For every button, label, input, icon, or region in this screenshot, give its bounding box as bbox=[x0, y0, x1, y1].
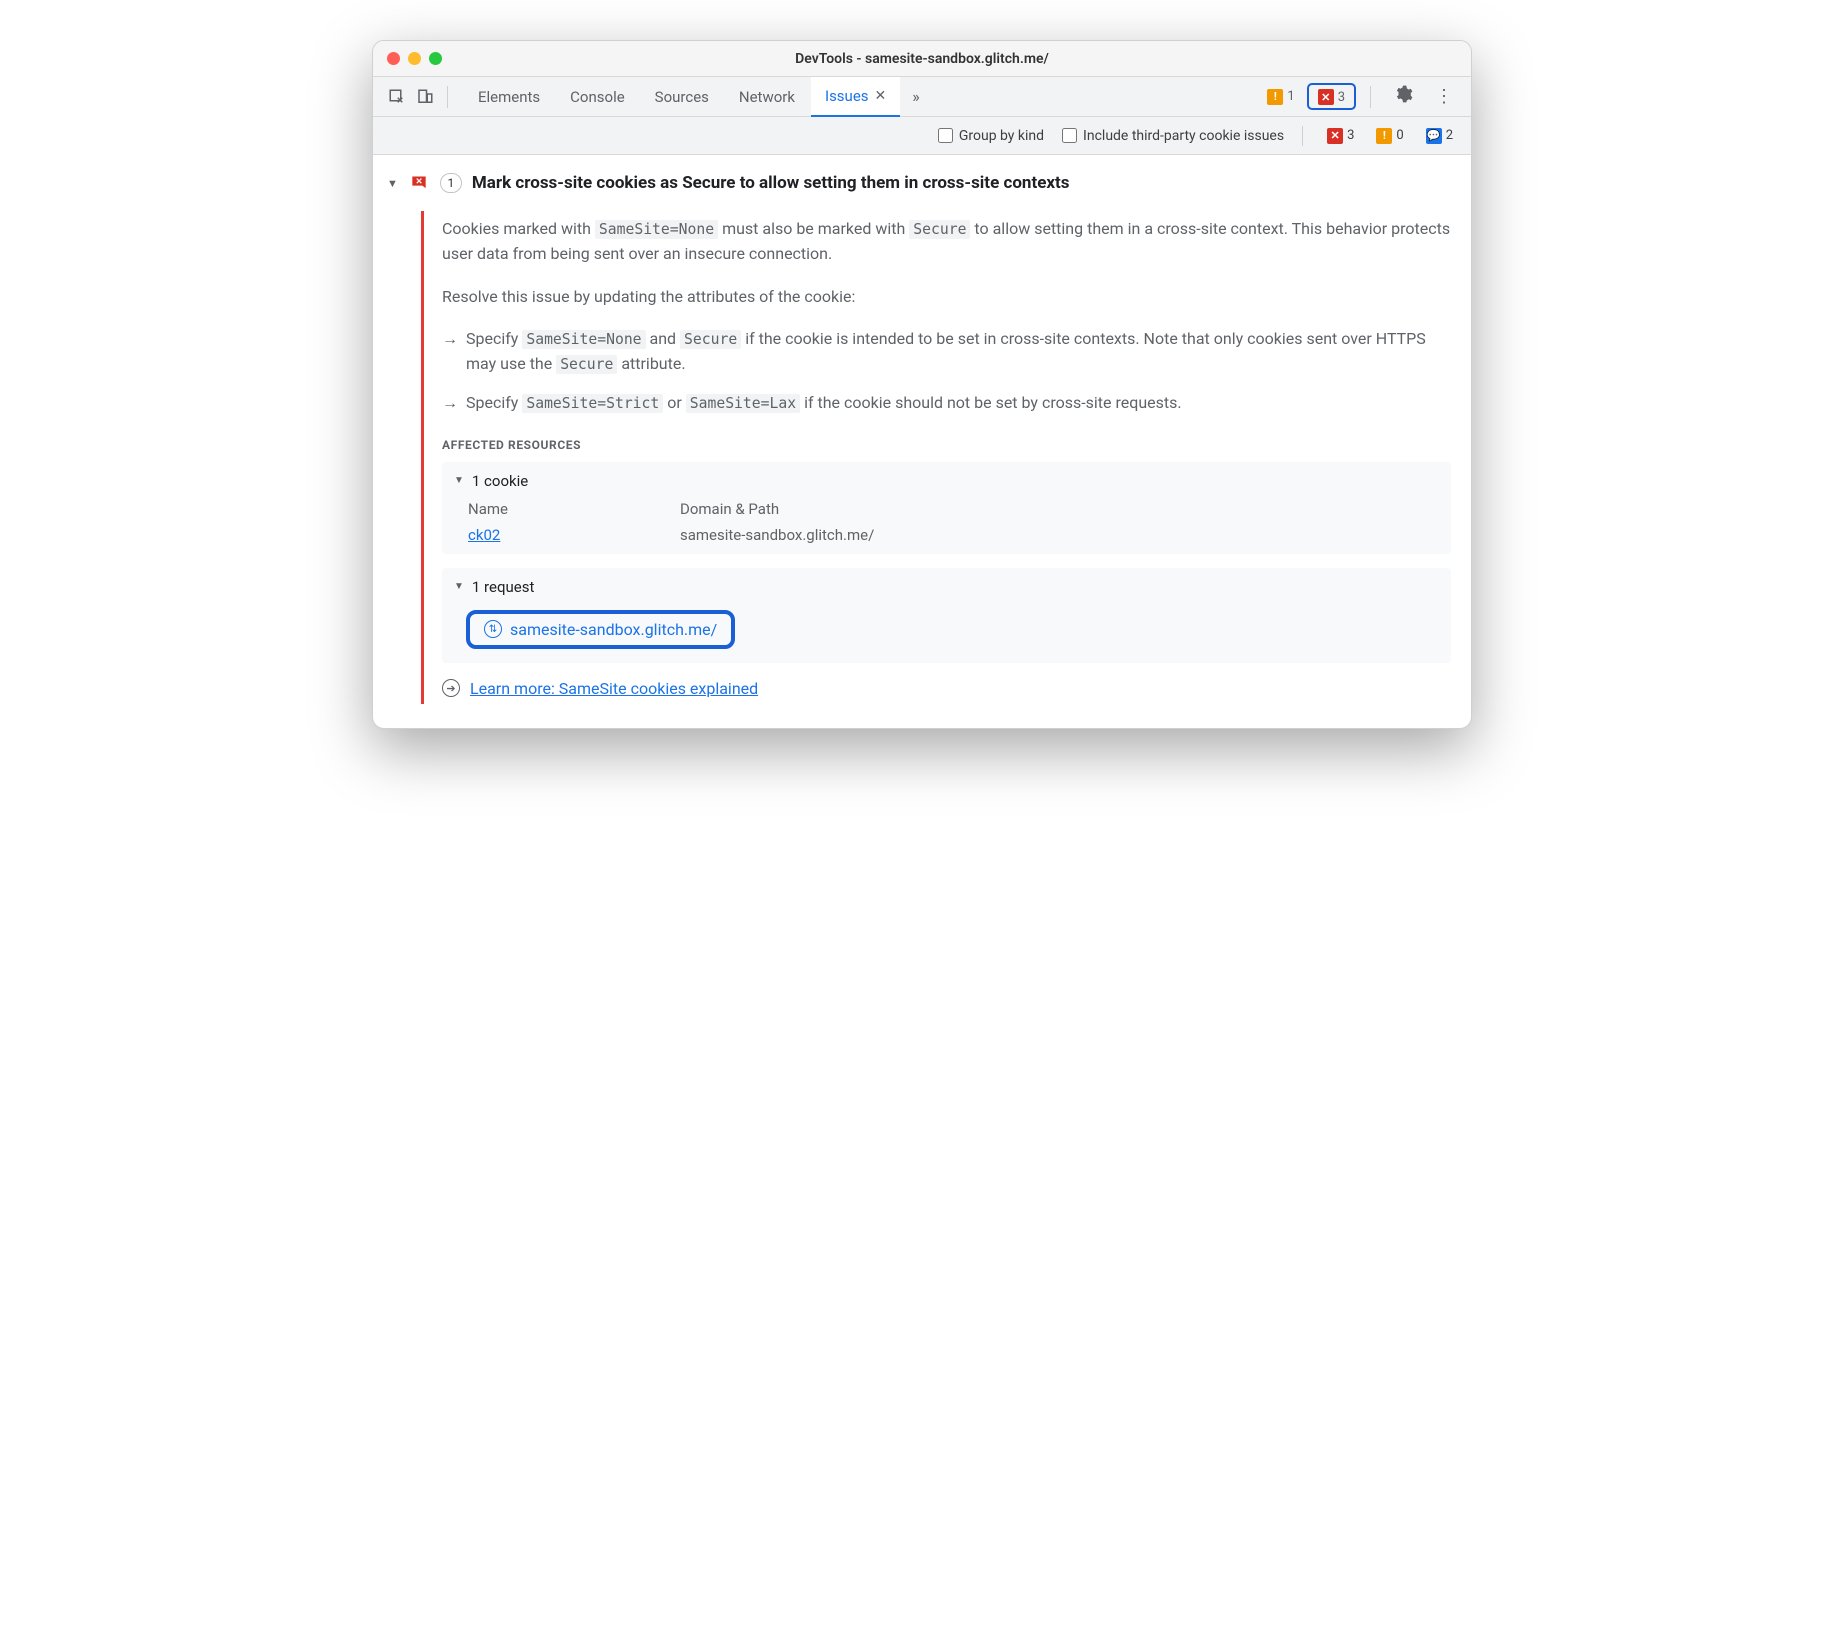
group-by-kind-checkbox[interactable]: Group by kind bbox=[938, 128, 1044, 144]
separator bbox=[1370, 86, 1371, 108]
issues-panel: ▼ ✕ 1 Mark cross-site cookies as Secure … bbox=[373, 155, 1471, 728]
count: 0 bbox=[1396, 128, 1403, 143]
subbar-warnings[interactable]: !0 bbox=[1370, 126, 1409, 146]
request-url: samesite-sandbox.glitch.me/ bbox=[510, 620, 717, 639]
expand-caret-icon[interactable]: ▼ bbox=[387, 177, 398, 190]
checkbox-label: Group by kind bbox=[959, 128, 1044, 144]
request-row: ⇅ samesite-sandbox.glitch.me/ bbox=[454, 606, 1439, 653]
traffic-lights bbox=[373, 52, 442, 65]
issue-body: Cookies marked with SameSite=None must a… bbox=[421, 211, 1471, 704]
tab-label: Elements bbox=[478, 88, 540, 106]
count: 3 bbox=[1347, 128, 1354, 143]
tab-label: Issues bbox=[825, 87, 869, 105]
svg-text:✕: ✕ bbox=[415, 177, 422, 187]
issues-subbar: Group by kind Include third-party cookie… bbox=[373, 117, 1471, 155]
separator bbox=[1302, 126, 1303, 146]
devtools-window: DevTools - samesite-sandbox.glitch.me/ E… bbox=[372, 40, 1472, 729]
tab-sources[interactable]: Sources bbox=[641, 77, 723, 117]
code-snippet: SameSite=Lax bbox=[686, 394, 800, 413]
cookie-table: Name Domain & Path ck02 samesite-sandbox… bbox=[454, 500, 1439, 544]
external-link-icon: ➔ bbox=[442, 679, 460, 697]
request-block-header[interactable]: ▼ 1 request bbox=[454, 578, 1439, 596]
third-party-checkbox[interactable]: Include third-party cookie issues bbox=[1062, 128, 1284, 144]
tab-label: Sources bbox=[655, 88, 709, 106]
tab-network[interactable]: Network bbox=[725, 77, 809, 117]
checkbox-input[interactable] bbox=[1062, 128, 1077, 143]
block-title: 1 cookie bbox=[472, 472, 528, 490]
code-snippet: SameSite=None bbox=[595, 220, 718, 239]
inspect-element-icon[interactable] bbox=[383, 83, 411, 111]
subbar-errors[interactable]: ✕3 bbox=[1321, 126, 1360, 146]
request-resource-block: ▼ 1 request ⇅ samesite-sandbox.glitch.me… bbox=[442, 568, 1451, 663]
issue-header-row[interactable]: ▼ ✕ 1 Mark cross-site cookies as Secure … bbox=[373, 167, 1471, 201]
tab-label: Network bbox=[739, 88, 795, 106]
settings-icon[interactable] bbox=[1385, 84, 1421, 109]
col-domain-header: Domain & Path bbox=[680, 500, 1439, 518]
minimize-window-button[interactable] bbox=[408, 52, 421, 65]
separator bbox=[447, 86, 448, 108]
resolution-text: Specify SameSite=Strict or SameSite=Lax … bbox=[466, 391, 1182, 416]
issue-counts: ✕3 !0 💬2 bbox=[1321, 126, 1459, 146]
panel-tabs: Elements Console Sources Network Issues … bbox=[464, 77, 930, 117]
window-title: DevTools - samesite-sandbox.glitch.me/ bbox=[373, 51, 1471, 67]
col-name-header: Name bbox=[468, 500, 668, 518]
warning-count: 1 bbox=[1287, 89, 1294, 104]
code-snippet: SameSite=None bbox=[522, 330, 645, 349]
toolbar-right: ! 1 ✕ 3 ⋮ bbox=[1261, 83, 1461, 111]
subbar-info[interactable]: 💬2 bbox=[1420, 126, 1459, 146]
cookie-block-header[interactable]: ▼ 1 cookie bbox=[454, 472, 1439, 490]
info-icon: 💬 bbox=[1426, 128, 1442, 144]
affected-resources-heading: AFFECTED RESOURCES bbox=[442, 438, 1451, 452]
expand-caret-icon[interactable]: ▼ bbox=[454, 581, 464, 592]
error-icon: ✕ bbox=[1327, 128, 1343, 144]
device-toggle-icon[interactable] bbox=[411, 83, 439, 111]
error-icon: ✕ bbox=[1318, 89, 1334, 105]
tab-elements[interactable]: Elements bbox=[464, 77, 554, 117]
arrow-icon: → bbox=[442, 329, 458, 377]
learn-more-row: ➔ Learn more: SameSite cookies explained bbox=[442, 679, 1451, 698]
warnings-badge[interactable]: ! 1 bbox=[1261, 87, 1300, 107]
errors-badge-highlight: ✕ 3 bbox=[1307, 83, 1356, 111]
learn-more-link[interactable]: Learn more: SameSite cookies explained bbox=[470, 679, 758, 698]
code-snippet: SameSite=Strict bbox=[522, 394, 663, 413]
close-window-button[interactable] bbox=[387, 52, 400, 65]
network-icon: ⇅ bbox=[484, 620, 502, 638]
error-count: 3 bbox=[1338, 90, 1345, 105]
main-toolbar: Elements Console Sources Network Issues … bbox=[373, 77, 1471, 117]
block-title: 1 request bbox=[472, 578, 534, 596]
cookie-domain-value: samesite-sandbox.glitch.me/ bbox=[680, 526, 1439, 544]
issue-resolve-intro: Resolve this issue by updating the attri… bbox=[442, 285, 1451, 310]
count: 2 bbox=[1446, 128, 1453, 143]
code-snippet: Secure bbox=[909, 220, 970, 239]
issue-description: Cookies marked with SameSite=None must a… bbox=[442, 217, 1451, 267]
error-flag-icon: ✕ bbox=[408, 173, 430, 195]
resolution-text: Specify SameSite=None and Secure if the … bbox=[466, 327, 1451, 377]
tab-console[interactable]: Console bbox=[556, 77, 639, 117]
request-link-highlight[interactable]: ⇅ samesite-sandbox.glitch.me/ bbox=[466, 610, 735, 649]
tab-label: Console bbox=[570, 88, 625, 106]
tab-issues[interactable]: Issues ✕ bbox=[811, 77, 900, 117]
issue-title: Mark cross-site cookies as Secure to all… bbox=[472, 173, 1070, 193]
more-tabs-icon[interactable]: » bbox=[902, 87, 930, 106]
issue-count-pill: 1 bbox=[440, 173, 462, 193]
warning-icon: ! bbox=[1376, 128, 1392, 144]
errors-badge[interactable]: ✕ 3 bbox=[1312, 87, 1351, 107]
code-snippet: Secure bbox=[556, 355, 617, 374]
more-menu-icon[interactable]: ⋮ bbox=[1427, 86, 1461, 107]
arrow-icon: → bbox=[442, 393, 458, 416]
checkbox-input[interactable] bbox=[938, 128, 953, 143]
close-tab-icon[interactable]: ✕ bbox=[875, 88, 887, 104]
resolution-item: → Specify SameSite=Strict or SameSite=La… bbox=[442, 391, 1451, 416]
zoom-window-button[interactable] bbox=[429, 52, 442, 65]
warning-icon: ! bbox=[1267, 89, 1283, 105]
checkbox-label: Include third-party cookie issues bbox=[1083, 128, 1284, 144]
expand-caret-icon[interactable]: ▼ bbox=[454, 475, 464, 486]
titlebar: DevTools - samesite-sandbox.glitch.me/ bbox=[373, 41, 1471, 77]
code-snippet: Secure bbox=[680, 330, 741, 349]
resolution-item: → Specify SameSite=None and Secure if th… bbox=[442, 327, 1451, 377]
cookie-resource-block: ▼ 1 cookie Name Domain & Path ck02 sames… bbox=[442, 462, 1451, 554]
cookie-name-link[interactable]: ck02 bbox=[468, 526, 668, 544]
